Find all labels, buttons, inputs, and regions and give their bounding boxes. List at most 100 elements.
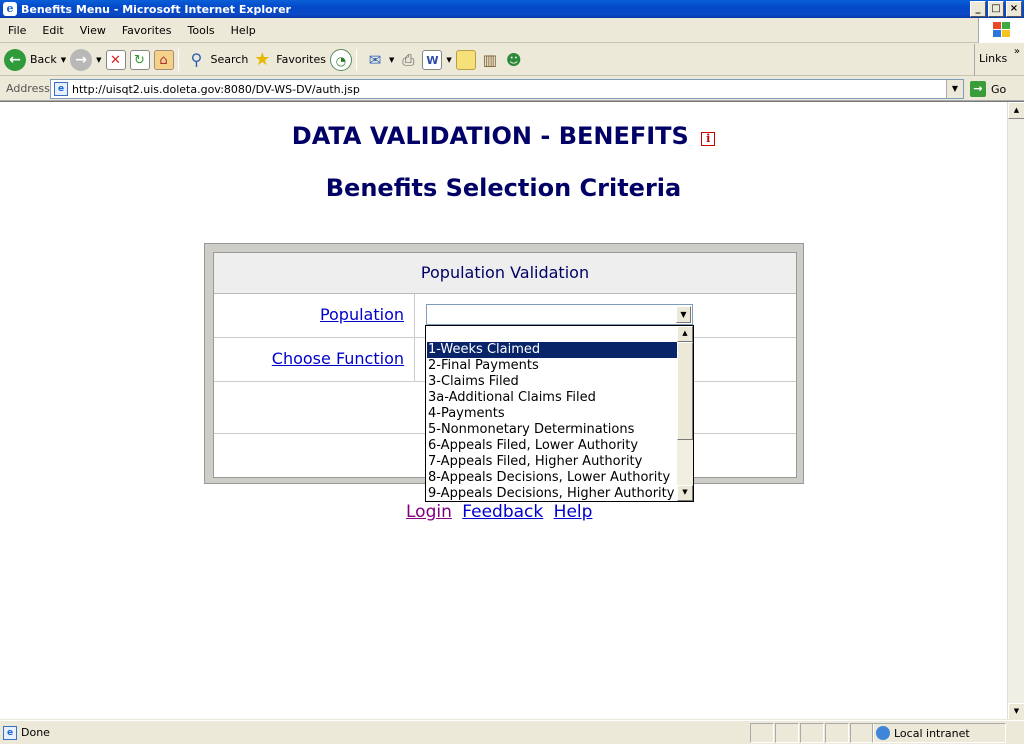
scroll-down-icon[interactable]: ▼ [1008, 703, 1024, 719]
messenger-icon: ☻ [505, 50, 522, 69]
forward-button[interactable]: → ▼ [70, 47, 102, 73]
panel-header: Population Validation [214, 253, 796, 294]
toolbar-separator [177, 48, 179, 71]
dropdown-option[interactable]: 9-Appeals Decisions, Higher Authority [427, 486, 677, 501]
dropdown-option[interactable]: 1-Weeks Claimed [427, 342, 677, 358]
home-icon: ⌂ [153, 49, 174, 70]
favorites-label: Favorites [276, 53, 326, 66]
stop-icon: ✕ [105, 49, 126, 70]
dropdown-arrow-icon[interactable]: ▼ [61, 56, 66, 64]
dropdown-option[interactable]: 5-Nonmonetary Determinations [427, 422, 677, 438]
address-input[interactable]: e http://uisqt2.uis.doleta.gov:8080/DV-W… [50, 79, 964, 99]
close-button[interactable]: × [1006, 1, 1022, 17]
status-text: Done [21, 726, 50, 739]
zone-label: Local intranet [894, 726, 970, 740]
maximize-button[interactable]: □ [988, 1, 1004, 17]
chevron-icon[interactable]: » [1014, 46, 1020, 57]
menu-file[interactable]: File [0, 24, 34, 37]
address-bar: Address e http://uisqt2.uis.doleta.gov:8… [0, 77, 1024, 101]
security-zone: Local intranet [872, 723, 1006, 743]
search-button[interactable]: ⚲ Search [187, 47, 249, 73]
page-subtitle: Benefits Selection Criteria [325, 174, 682, 202]
research-button[interactable]: ▥ [480, 47, 500, 73]
menu-favorites[interactable]: Favorites [114, 24, 180, 37]
status-pane [850, 723, 874, 743]
intranet-icon [876, 726, 890, 740]
dropdown-scrollbar[interactable]: ▲ ▼ [677, 326, 693, 501]
dropdown-arrow-icon[interactable]: ▼ [446, 56, 451, 64]
window-title: Benefits Menu - Microsoft Internet Explo… [21, 2, 291, 16]
dropdown-option[interactable]: 2-Final Payments [427, 358, 677, 374]
population-link[interactable]: Population [320, 305, 404, 324]
help-link[interactable]: Help [554, 502, 593, 522]
dropdown-option[interactable]: 3a-Additional Claims Filed [427, 390, 677, 406]
home-button[interactable]: ⌂ [153, 47, 174, 73]
minimize-button[interactable]: _ [970, 1, 986, 17]
dropdown-option[interactable]: 7-Appeals Filed, Higher Authority [427, 454, 677, 470]
menu-view[interactable]: View [72, 24, 114, 37]
scroll-up-icon[interactable]: ▲ [677, 326, 693, 342]
print-button[interactable]: ⎙ [398, 47, 418, 73]
favorites-button[interactable]: ★ Favorites [252, 47, 326, 73]
word-icon: W [422, 49, 443, 70]
page-status-icon: e [3, 725, 17, 740]
dropdown-option[interactable]: 6-Appeals Filed, Lower Authority [427, 438, 677, 454]
status-pane [825, 723, 849, 743]
population-label-cell: Population [214, 294, 415, 337]
windows-logo [978, 18, 1024, 43]
research-icon: ▥ [482, 50, 497, 69]
info-icon[interactable]: i [701, 132, 716, 146]
footer-links: Login Feedback Help [406, 502, 597, 522]
page-icon: e [54, 82, 68, 96]
address-dropdown-icon[interactable]: ▼ [946, 80, 963, 98]
feedback-link[interactable]: Feedback [462, 502, 543, 522]
page-title: DATA VALIDATION - BENEFITS i [0, 122, 1007, 150]
stop-button[interactable]: ✕ [105, 47, 126, 73]
menu-edit[interactable]: Edit [34, 24, 71, 37]
scroll-up-icon[interactable]: ▲ [1008, 102, 1024, 119]
back-label: Back [30, 53, 57, 66]
select-arrow-icon[interactable]: ▼ [676, 306, 691, 323]
note-icon [455, 49, 476, 70]
discuss-button[interactable] [455, 47, 476, 73]
toolbar: ← Back ▼ → ▼ ✕ ↻ ⌂ ⚲ Search ★ Favorites … [0, 44, 1024, 76]
population-select[interactable]: ▼ [426, 304, 693, 325]
forward-arrow-icon: → [70, 48, 93, 71]
history-button[interactable]: ◔ [330, 47, 352, 73]
dropdown-option-blank[interactable] [427, 326, 677, 342]
dropdown-option[interactable]: 4-Payments [427, 406, 677, 422]
dropdown-option[interactable]: 8-Appeals Decisions, Lower Authority [427, 470, 677, 486]
toolbar-separator [356, 48, 357, 71]
edit-button[interactable]: W ▼ [422, 47, 452, 73]
go-button[interactable]: → Go [970, 81, 1006, 97]
mail-button[interactable]: ✉ ▼ [365, 47, 395, 73]
status-pane [750, 723, 774, 743]
back-button[interactable]: ← Back ▼ [4, 47, 66, 73]
menu-tools[interactable]: Tools [180, 24, 223, 37]
ie-logo-icon: e [3, 2, 17, 16]
dropdown-arrow-icon[interactable]: ▼ [389, 56, 394, 64]
go-arrow-icon: → [970, 81, 986, 97]
star-icon: ★ [254, 48, 271, 70]
login-link[interactable]: Login [406, 502, 452, 522]
scroll-down-icon[interactable]: ▼ [677, 485, 693, 501]
links-label: Links [979, 52, 1008, 65]
status-bar: e Done Local intranet [0, 720, 1024, 744]
window-controls: _ □ × [970, 1, 1022, 17]
window-titlebar: e Benefits Menu - Microsoft Internet Exp… [0, 0, 1024, 18]
links-toolbar[interactable]: » Links [974, 44, 1024, 76]
windows-flag-icon [993, 22, 1011, 38]
status-pane [775, 723, 799, 743]
dropdown-option[interactable]: 3-Claims Filed [427, 374, 677, 390]
dropdown-arrow-icon[interactable]: ▼ [96, 56, 101, 64]
printer-icon: ⎙ [402, 50, 415, 69]
refresh-button[interactable]: ↻ [129, 47, 150, 73]
menu-help[interactable]: Help [223, 24, 264, 37]
messenger-button[interactable]: ☻ [504, 47, 524, 73]
choose-function-label-cell: Choose Function [214, 338, 415, 381]
page-scrollbar[interactable]: ▲ ▼ [1007, 102, 1024, 719]
scroll-thumb[interactable] [677, 342, 693, 440]
population-dropdown-list[interactable]: 1-Weeks Claimed 2-Final Payments 3-Claim… [425, 325, 694, 502]
choose-function-link[interactable]: Choose Function [272, 349, 404, 368]
address-url[interactable]: http://uisqt2.uis.doleta.gov:8080/DV-WS-… [72, 83, 360, 96]
